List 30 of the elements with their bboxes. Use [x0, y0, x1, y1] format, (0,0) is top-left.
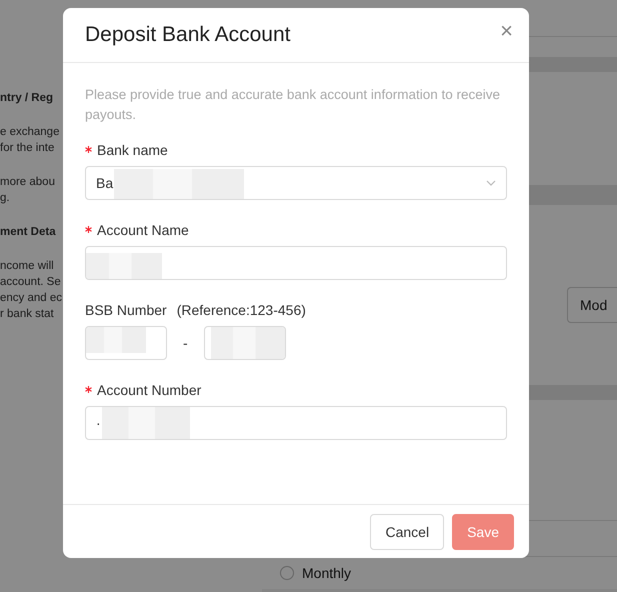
chevron-down-icon	[486, 180, 496, 186]
body-text: e exchange	[0, 125, 60, 140]
field-label: BSB Number (Reference:123-456)	[85, 302, 307, 318]
field-label: Bank name	[85, 142, 507, 158]
description-text: Please provide true and accurate bank account information to receive payouts.	[85, 86, 501, 124]
body-text: r bank stat	[0, 307, 54, 322]
input-field[interactable]: ·	[85, 406, 507, 440]
separator-text: -	[182, 335, 189, 351]
radio-label: Monthly	[302, 565, 352, 581]
modify-button[interactable]: Mod	[567, 287, 617, 323]
section-heading: ntry / Reg	[0, 91, 54, 106]
radio-row[interactable]: Monthly	[262, 557, 617, 589]
redaction-mask	[86, 327, 146, 353]
input-field[interactable]	[85, 246, 507, 280]
field-label: Account Name	[85, 222, 507, 238]
dialog-title: Deposit Bank Account	[85, 23, 290, 47]
cancel-button[interactable]: Cancel	[370, 514, 444, 550]
body-text: g.	[0, 191, 10, 206]
body-text: account. Se	[0, 275, 61, 290]
input-field[interactable]	[204, 326, 286, 360]
radio-button[interactable]	[280, 566, 294, 580]
close-button[interactable]: ×	[500, 20, 513, 42]
bank-select[interactable]: Ba	[85, 166, 507, 200]
body-text: more abou	[0, 175, 55, 190]
body-text: for the inte	[0, 141, 54, 156]
input-field[interactable]	[85, 326, 167, 360]
section-heading: ment Deta	[0, 225, 56, 240]
body-text: ncome will	[0, 259, 54, 274]
body-text: ency and ec	[0, 291, 62, 306]
field-label: Account Number	[85, 382, 507, 398]
